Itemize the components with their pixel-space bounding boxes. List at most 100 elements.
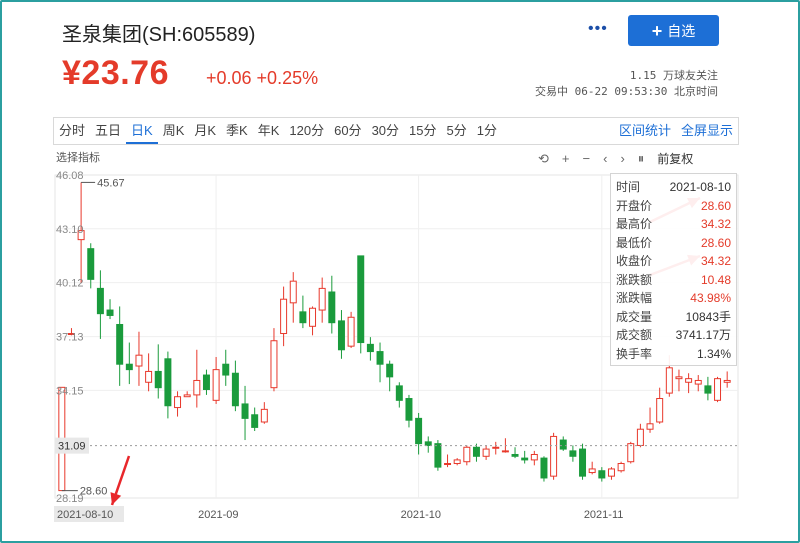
candle-body	[395, 385, 403, 401]
candle-body	[463, 446, 471, 463]
candle-body	[607, 468, 615, 477]
candle-body	[87, 248, 95, 280]
tab-5[interactable]: 季K	[221, 118, 253, 144]
ohlc-tooltip: 时间 2021-08-10 开盘价 28.60 最高价 34.32 最低价 28.60 收盘价 3…	[610, 173, 737, 366]
candle-body	[164, 358, 172, 407]
candle-body	[598, 470, 606, 479]
candle-body	[424, 441, 432, 446]
period-tabs: 分时 五日 日K 周K 月K 季K 年K 120分 60分 30分 15分 5分 1分	[54, 118, 502, 144]
candle-body	[579, 448, 587, 477]
candle-body	[646, 423, 654, 430]
tooltip-row: 收盘价 34.32	[616, 252, 731, 271]
tooltip-row: 换手率 1.34%	[616, 345, 731, 364]
candle-body	[260, 408, 268, 423]
annotation-arrowhead	[110, 492, 122, 505]
tab-2[interactable]: 日K	[126, 118, 158, 144]
y-tick-label: 46.08	[56, 170, 84, 182]
tooltip-key: 涨跌幅	[616, 291, 653, 305]
tooltip-key: 开盘价	[616, 198, 653, 213]
tab-1[interactable]: 五日	[90, 118, 126, 144]
tab-6[interactable]: 年K	[253, 118, 285, 144]
candle-body	[636, 428, 644, 446]
x-tick-label: 2021-09	[198, 509, 238, 521]
followers-count: 1.15 万球友关注	[629, 69, 718, 82]
tooltip-key: 涨跌额	[616, 272, 653, 287]
tooltip-key: 成交量	[616, 309, 653, 324]
candle-body	[559, 439, 567, 450]
candle-body	[675, 376, 683, 380]
tab-11[interactable]: 5分	[442, 118, 472, 144]
candle-body	[530, 453, 538, 461]
tooltip-value: 34.32	[700, 254, 731, 268]
candle-body	[202, 374, 210, 390]
candle-body	[405, 398, 413, 421]
tooltip-value: 3741.17万	[675, 328, 731, 342]
candle-body	[328, 291, 336, 324]
candle-body	[174, 396, 182, 409]
tooltip-row: 成交量 10843手	[616, 308, 731, 327]
price-change: +0.06 +0.25%	[206, 68, 319, 88]
candle-body	[501, 450, 509, 453]
candle-body	[617, 463, 625, 472]
add-watchlist-button[interactable]: + 自选	[628, 15, 719, 46]
x-tick-label: 2021-10	[401, 509, 441, 521]
candle-body	[116, 323, 124, 365]
candle-body	[231, 372, 239, 407]
tooltip-value: 34.32	[700, 217, 731, 231]
candle-body	[627, 443, 635, 463]
min-price-label: 28.60	[80, 486, 108, 498]
candle-body	[714, 378, 722, 401]
y-tick-label: 40.12	[56, 278, 84, 290]
fullscreen-button[interactable]: 全屏显示	[676, 118, 738, 144]
candle-body	[337, 320, 345, 351]
candle-body	[145, 370, 153, 383]
tooltip-key: 最高价	[616, 217, 653, 231]
candle-body	[270, 340, 278, 389]
candle-body	[415, 417, 423, 445]
tooltip-value: 28.60	[700, 235, 731, 250]
tab-9[interactable]: 30分	[367, 118, 404, 144]
candle-body	[723, 379, 731, 383]
candle-body	[222, 363, 230, 376]
candle-body	[357, 255, 365, 344]
tab-8[interactable]: 60分	[329, 118, 366, 144]
candle-body	[656, 398, 664, 423]
x-tick-label: 2021-11	[584, 509, 624, 521]
candle-body	[386, 363, 394, 378]
tooltip-value: 43.98%	[690, 291, 731, 305]
current-price: ¥23.76	[62, 54, 169, 92]
candle-body	[482, 448, 490, 457]
candle-body	[569, 450, 577, 457]
y-tick-label: 43.10	[56, 224, 84, 236]
range-stats-button[interactable]: 区间统计	[614, 118, 676, 144]
tab-0[interactable]: 分时	[54, 118, 90, 144]
more-menu-icon[interactable]: •••	[588, 20, 608, 38]
tab-3[interactable]: 周K	[158, 118, 190, 144]
candle-body	[588, 468, 596, 474]
tab-4[interactable]: 月K	[189, 118, 221, 144]
trade-status: 交易中 06-22 09:53:30 北京时间	[535, 85, 718, 98]
tab-10[interactable]: 15分	[404, 118, 441, 144]
candle-body	[521, 457, 529, 461]
stock-name: 圣泉集团(SH:605589)	[62, 24, 256, 46]
candle-body	[241, 403, 249, 419]
tooltip-value: 28.60	[700, 198, 731, 213]
candle-body	[376, 351, 384, 365]
tab-7[interactable]: 120分	[284, 118, 329, 144]
candle-body	[309, 307, 317, 327]
candle-body	[366, 343, 374, 353]
candle-body	[453, 459, 461, 465]
tooltip-row: 涨跌幅 43.98%	[616, 289, 731, 308]
candle-body	[694, 379, 702, 385]
candle-body	[251, 414, 259, 428]
candle-body	[299, 311, 307, 324]
tooltip-row: 开盘价 28.60	[616, 197, 731, 216]
add-watchlist-label: 自选	[667, 22, 696, 39]
tooltip-key: 换手率	[616, 346, 653, 361]
period-tabbar: 分时 五日 日K 周K 月K 季K 年K 120分 60分 30分 15分 5分 1分 区间统计 全屏显…	[53, 117, 739, 145]
candle-body	[193, 379, 201, 396]
candle-body	[154, 370, 162, 389]
tooltip-key: 成交额	[616, 328, 653, 342]
tab-12[interactable]: 1分	[472, 118, 502, 144]
candle-body	[183, 394, 191, 398]
